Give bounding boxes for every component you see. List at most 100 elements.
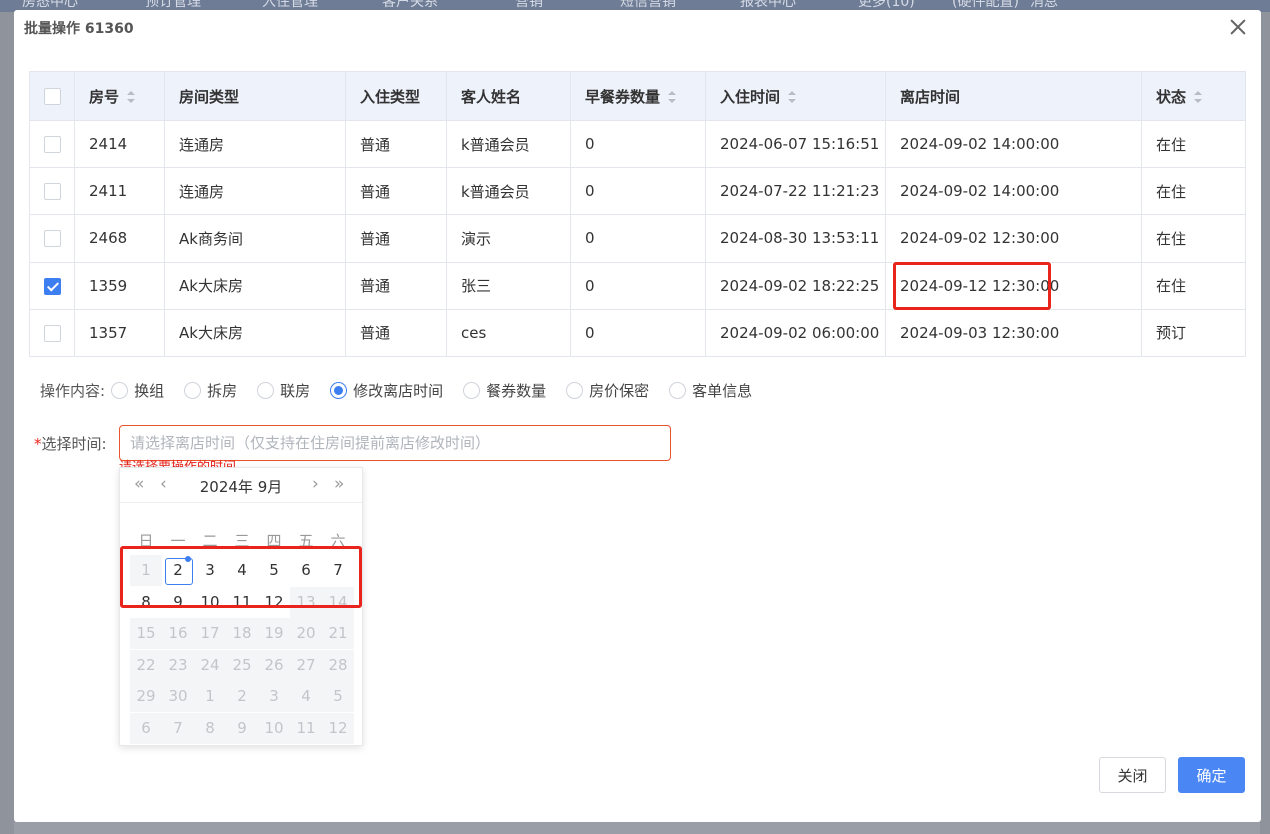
operation-option-label: 换组 bbox=[134, 381, 165, 400]
radio-button[interactable] bbox=[566, 381, 584, 399]
column-header-checkin-time[interactable]: 入住时间 bbox=[705, 71, 886, 121]
cell-checkin-type: 普通 bbox=[345, 261, 447, 310]
cell-room-type: Ak大床房 bbox=[164, 308, 346, 358]
close-icon[interactable] bbox=[1227, 16, 1249, 38]
date-cell[interactable]: 4 bbox=[226, 555, 258, 586]
date-cell: 27 bbox=[290, 649, 322, 681]
cell-checkin-time: 2024-08-30 13:53:11 bbox=[705, 214, 886, 263]
radio-button[interactable] bbox=[669, 381, 687, 399]
operation-option[interactable]: 拆房 bbox=[184, 380, 237, 401]
date-cell[interactable]: 7 bbox=[322, 555, 354, 586]
date-cell: 2 bbox=[226, 681, 258, 712]
table-row[interactable]: 1357 Ak大床房 普通 ces 0 2024-09-02 06:00:00 2024-0… bbox=[29, 308, 1246, 358]
column-header-room[interactable]: 房号 bbox=[74, 71, 165, 121]
date-cell[interactable]: 5 bbox=[258, 555, 290, 586]
date-cell[interactable]: 10 bbox=[194, 587, 226, 618]
date-cell: 6 bbox=[130, 712, 162, 744]
close-button[interactable]: 关闭 bbox=[1099, 757, 1166, 793]
column-header-status[interactable]: 状态 bbox=[1141, 71, 1246, 121]
date-picker-divider bbox=[120, 502, 362, 503]
weekday-row: 日一二三四五六 bbox=[130, 530, 354, 551]
cell-room-type: 连通房 bbox=[164, 167, 346, 216]
date-picker-week-row: 6 7 8 9 10 11 12 bbox=[130, 712, 354, 744]
row-checkbox[interactable] bbox=[43, 136, 61, 154]
operation-option[interactable]: 修改离店时间 bbox=[330, 380, 443, 401]
sort-icon[interactable] bbox=[788, 91, 797, 103]
sort-icon[interactable] bbox=[668, 91, 677, 103]
date-cell: 28 bbox=[322, 649, 354, 681]
column-header-breakfast[interactable]: 早餐券数量 bbox=[570, 71, 706, 121]
date-cell: 10 bbox=[258, 712, 290, 744]
date-cell[interactable]: 3 bbox=[194, 555, 226, 586]
row-select-cell bbox=[29, 308, 75, 358]
radio-button[interactable] bbox=[330, 381, 348, 399]
row-select-cell bbox=[29, 214, 75, 263]
operation-content-row: 操作内容: 换组 拆房 联房 修改离店时间 餐券数量 房价保密 客单信息 bbox=[40, 379, 772, 401]
confirm-button[interactable]: 确定 bbox=[1178, 757, 1245, 793]
table-header-row: 房号 房间类型 入住类型 客人姓名 早餐券数量 入住时间 离店时间 状态 bbox=[29, 71, 1246, 121]
next-month-icon[interactable]: › bbox=[312, 474, 319, 494]
row-checkbox[interactable] bbox=[43, 277, 61, 295]
date-cell: 12 bbox=[322, 712, 354, 744]
cell-guest-name: ces bbox=[446, 308, 571, 358]
cell-room-type: 连通房 bbox=[164, 119, 346, 169]
table-row[interactable]: 1359 Ak大床房 普通 张三 0 2024-09-02 18:22:25 2024-09… bbox=[29, 261, 1246, 310]
date-cell: 16 bbox=[162, 618, 194, 649]
next-year-icon[interactable]: » bbox=[334, 474, 344, 494]
column-header-guest: 客人姓名 bbox=[446, 71, 571, 121]
cell-checkout-time: 2024-09-02 14:00:00 bbox=[885, 167, 1142, 216]
operation-option[interactable]: 联房 bbox=[257, 380, 310, 401]
date-cell[interactable]: 12 bbox=[258, 587, 290, 618]
row-checkbox[interactable] bbox=[43, 324, 61, 342]
table-row[interactable]: 2411 连通房 普通 k普通会员 0 2024-07-22 11:21:23 2024-0… bbox=[29, 167, 1246, 216]
date-cell[interactable]: 8 bbox=[130, 587, 162, 618]
date-cell: 1 bbox=[130, 555, 162, 586]
date-cell: 26 bbox=[258, 649, 290, 681]
sort-icon[interactable] bbox=[127, 91, 136, 103]
date-cell: 5 bbox=[322, 681, 354, 712]
cell-status: 预订 bbox=[1141, 308, 1246, 358]
cell-room-type: Ak商务间 bbox=[164, 214, 346, 263]
date-picker-week-row: 15 16 17 18 19 20 21 bbox=[130, 618, 354, 649]
date-cell[interactable]: 11 bbox=[226, 587, 258, 618]
row-select-cell bbox=[29, 167, 75, 216]
radio-button[interactable] bbox=[111, 381, 129, 399]
date-cell[interactable]: 9 bbox=[162, 587, 194, 618]
table-row[interactable]: 2414 连通房 普通 k普通会员 0 2024-06-07 15:16:51 2024-0… bbox=[29, 119, 1246, 169]
date-cell: 4 bbox=[290, 681, 322, 712]
cell-checkout-time: 2024-09-03 12:30:00 bbox=[885, 308, 1142, 358]
radio-button[interactable] bbox=[257, 381, 275, 399]
operation-option[interactable]: 客单信息 bbox=[669, 380, 752, 401]
date-cell: 9 bbox=[226, 712, 258, 744]
operation-option[interactable]: 餐券数量 bbox=[463, 380, 546, 401]
cell-breakfast-count: 0 bbox=[570, 119, 706, 169]
date-picker-title: 2024年 9月 bbox=[199, 478, 283, 496]
operation-option[interactable]: 房价保密 bbox=[566, 380, 649, 401]
operation-option-label: 餐券数量 bbox=[486, 381, 547, 400]
checkout-time-input[interactable] bbox=[119, 425, 671, 461]
weekday-label: 六 bbox=[330, 532, 346, 550]
row-checkbox[interactable] bbox=[43, 230, 61, 248]
select-all-checkbox[interactable] bbox=[43, 88, 61, 105]
cell-room-number: 2468 bbox=[74, 214, 165, 263]
date-cell: 25 bbox=[226, 649, 258, 681]
table-row[interactable]: 2468 Ak商务间 普通 演示 0 2024-08-30 13:53:11 2024-09… bbox=[29, 214, 1246, 263]
operation-label: 操作内容: bbox=[40, 381, 106, 400]
radio-button[interactable] bbox=[463, 381, 481, 399]
date-cell-today[interactable]: 2 bbox=[162, 555, 194, 586]
background-right-strip bbox=[1260, 12, 1270, 834]
row-checkbox[interactable] bbox=[43, 183, 61, 201]
column-header-checkin-type: 入住类型 bbox=[345, 71, 447, 121]
column-header-room-type: 房间类型 bbox=[164, 71, 346, 121]
radio-button[interactable] bbox=[184, 381, 202, 399]
weekday-label: 一 bbox=[170, 532, 186, 550]
date-cell[interactable]: 6 bbox=[290, 555, 322, 586]
cell-breakfast-count: 0 bbox=[570, 308, 706, 358]
dialog-title: 批量操作 61360 bbox=[24, 21, 134, 37]
cell-status: 在住 bbox=[1141, 167, 1246, 216]
date-picker-week-row: 22 23 24 25 26 27 28 bbox=[130, 649, 354, 681]
operation-option[interactable]: 换组 bbox=[111, 380, 164, 401]
date-picker-week-row: 29 30 1 2 3 4 5 bbox=[130, 681, 354, 712]
rooms-table: 房号 房间类型 入住类型 客人姓名 早餐券数量 入住时间 离店时间 状态 241… bbox=[29, 71, 1246, 358]
sort-icon[interactable] bbox=[1194, 91, 1203, 103]
